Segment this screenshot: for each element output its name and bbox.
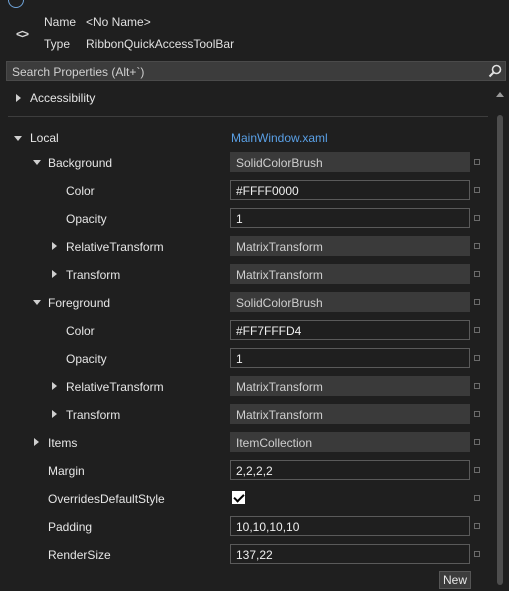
- expand-foreground-transform-icon[interactable]: [52, 410, 57, 418]
- foreground-relative-transform-value[interactable]: MatrixTransform: [230, 376, 470, 396]
- render-size-input[interactable]: 137,22: [230, 544, 470, 564]
- property-marker[interactable]: [474, 551, 480, 557]
- expand-background-relative-transform-icon[interactable]: [52, 242, 57, 250]
- property-marker[interactable]: [474, 355, 480, 361]
- category-local[interactable]: Local: [30, 131, 59, 145]
- expand-background-transform-icon[interactable]: [52, 270, 57, 278]
- property-label-background-relative-transform: RelativeTransform: [66, 240, 164, 254]
- property-marker[interactable]: [474, 411, 480, 417]
- collapse-local-icon[interactable]: [14, 136, 22, 141]
- top-circle-icon: [8, 0, 24, 8]
- property-marker[interactable]: [474, 523, 480, 529]
- property-label-background-opacity: Opacity: [66, 212, 107, 226]
- search-input[interactable]: Search Properties (Alt+`): [12, 65, 144, 79]
- type-value: RibbonQuickAccessToolBar: [86, 37, 235, 51]
- background-opacity-input[interactable]: 1: [230, 208, 470, 228]
- property-label-overrides-default-style: OverridesDefaultStyle: [48, 492, 165, 506]
- property-marker[interactable]: [474, 299, 480, 305]
- scroll-up-arrow-icon[interactable]: [496, 92, 504, 97]
- property-label-margin: Margin: [48, 464, 85, 478]
- name-value[interactable]: <No Name>: [86, 15, 151, 29]
- new-button[interactable]: New: [439, 571, 471, 589]
- property-label-foreground: Foreground: [48, 296, 111, 310]
- name-label: Name: [44, 15, 77, 29]
- property-label-foreground-color: Color: [66, 324, 95, 338]
- property-label-padding: Padding: [48, 520, 93, 534]
- background-color-input[interactable]: #FFFF0000: [230, 180, 470, 200]
- property-marker[interactable]: [474, 383, 480, 389]
- property-label-background: Background: [48, 156, 113, 170]
- property-label-background-color: Color: [66, 184, 95, 198]
- search-icon[interactable]: [488, 64, 502, 78]
- property-marker[interactable]: [474, 327, 480, 333]
- local-source-link[interactable]: MainWindow.xaml: [231, 131, 328, 145]
- property-marker[interactable]: [474, 271, 480, 277]
- property-label-items: Items: [48, 436, 78, 450]
- background-relative-transform-value[interactable]: MatrixTransform: [230, 236, 470, 256]
- property-marker[interactable]: [474, 215, 480, 221]
- items-value[interactable]: ItemCollection: [230, 432, 470, 452]
- property-marker[interactable]: [474, 467, 480, 473]
- scrollbar-thumb[interactable]: [497, 115, 503, 585]
- background-value[interactable]: SolidColorBrush: [230, 152, 470, 172]
- property-label-foreground-relative-transform: RelativeTransform: [66, 380, 164, 394]
- collapse-foreground-icon[interactable]: [33, 300, 41, 305]
- property-marker[interactable]: [474, 159, 480, 165]
- property-label-render-size: RenderSize: [48, 548, 111, 562]
- property-marker[interactable]: [474, 439, 480, 445]
- margin-input[interactable]: 2,2,2,2: [230, 460, 470, 480]
- property-marker[interactable]: [474, 187, 480, 193]
- foreground-transform-value[interactable]: MatrixTransform: [230, 404, 470, 424]
- background-transform-value[interactable]: MatrixTransform: [230, 264, 470, 284]
- expand-foreground-relative-transform-icon[interactable]: [52, 382, 57, 390]
- foreground-opacity-input[interactable]: 1: [230, 348, 470, 368]
- collapse-background-icon[interactable]: [33, 160, 41, 165]
- divider: [8, 116, 488, 117]
- expand-items-icon[interactable]: [34, 438, 39, 446]
- property-marker[interactable]: [474, 495, 480, 501]
- overrides-default-style-checkbox[interactable]: [232, 491, 245, 504]
- foreground-value[interactable]: SolidColorBrush: [230, 292, 470, 312]
- property-label-background-transform: Transform: [66, 268, 121, 282]
- code-brackets-icon: <>: [16, 27, 29, 41]
- search-properties-box[interactable]: Search Properties (Alt+`): [6, 61, 506, 81]
- expand-accessibility-icon[interactable]: [16, 94, 21, 102]
- category-accessibility[interactable]: Accessibility: [30, 91, 95, 105]
- padding-input[interactable]: 10,10,10,10: [230, 516, 470, 536]
- property-label-foreground-opacity: Opacity: [66, 352, 107, 366]
- property-marker[interactable]: [474, 243, 480, 249]
- type-label: Type: [44, 37, 71, 51]
- foreground-color-input[interactable]: #FF7FFFD4: [230, 320, 470, 340]
- property-label-foreground-transform: Transform: [66, 408, 121, 422]
